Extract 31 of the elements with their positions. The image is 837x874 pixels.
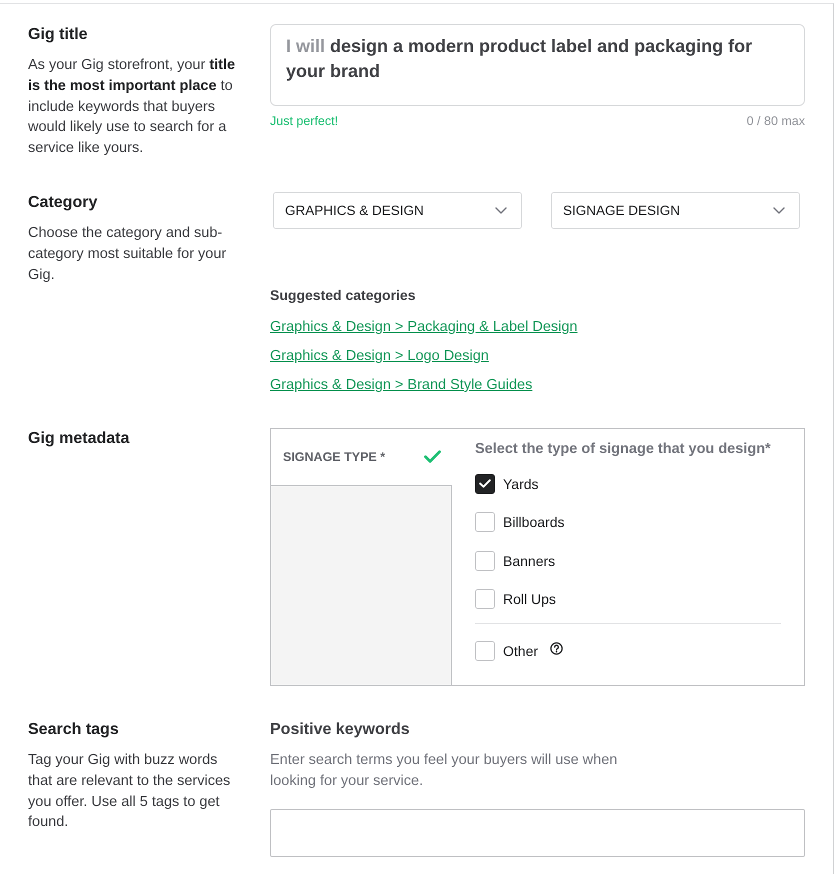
suggested-category-link[interactable]: Graphics & Design > Packaging & Label Design (270, 316, 578, 337)
option-label: Other (503, 643, 538, 660)
question-text: Select the type of signage that you design* (475, 440, 772, 459)
chevron-down-icon (495, 206, 507, 214)
category-dropdown[interactable]: SIGNAGE DESIGN (551, 192, 800, 229)
validation-message: Just perfect! (270, 113, 338, 129)
option-label: Roll Ups (503, 591, 556, 608)
title-field[interactable]: I will design a modern product label and packaging for your brand (270, 24, 805, 106)
character-counter: 0 / 80 max (746, 113, 805, 129)
positive-keywords-heading: Positive keywords (270, 720, 411, 740)
option-label: Yards (503, 476, 539, 492)
section-description: As your Gig storefront, your title is the most important place to include keywords that buyers would likely use to search for a service like yours. (28, 56, 236, 158)
suggested-category-link[interactable]: Graphics & Design > Brand Style Guides (270, 374, 532, 395)
section-heading: Gig metadata (28, 428, 130, 449)
option-label: Billboards (503, 514, 564, 530)
section-description: Choose the category and sub-category most suitable for your Gig. (28, 224, 228, 285)
option-label: Banners (503, 552, 556, 569)
section-heading: Gig title (28, 25, 89, 45)
positive-keywords-description: Enter search terms you feel your buyers will use when looking for your service. (270, 750, 618, 791)
section-heading: Category (28, 192, 98, 213)
checkbox[interactable] (475, 474, 495, 494)
check-icon (479, 479, 491, 488)
tags-input-field[interactable] (270, 808, 805, 857)
chevron-down-icon (773, 206, 785, 214)
category-dropdown[interactable]: GRAPHICS & DESIGN (273, 192, 522, 229)
section-description: Tag your Gig with buzz words that are relevant to the services you offer. Use all 5 tags to get found. (28, 750, 232, 832)
metadata-tab[interactable]: SIGNAGE TYPE * (271, 428, 452, 486)
help-icon (550, 642, 564, 655)
section-heading: Search tags (28, 720, 120, 740)
suggested-categories-title: Suggested categories (270, 286, 416, 305)
suggested-category-link[interactable]: Graphics & Design > Logo Design (270, 346, 489, 366)
